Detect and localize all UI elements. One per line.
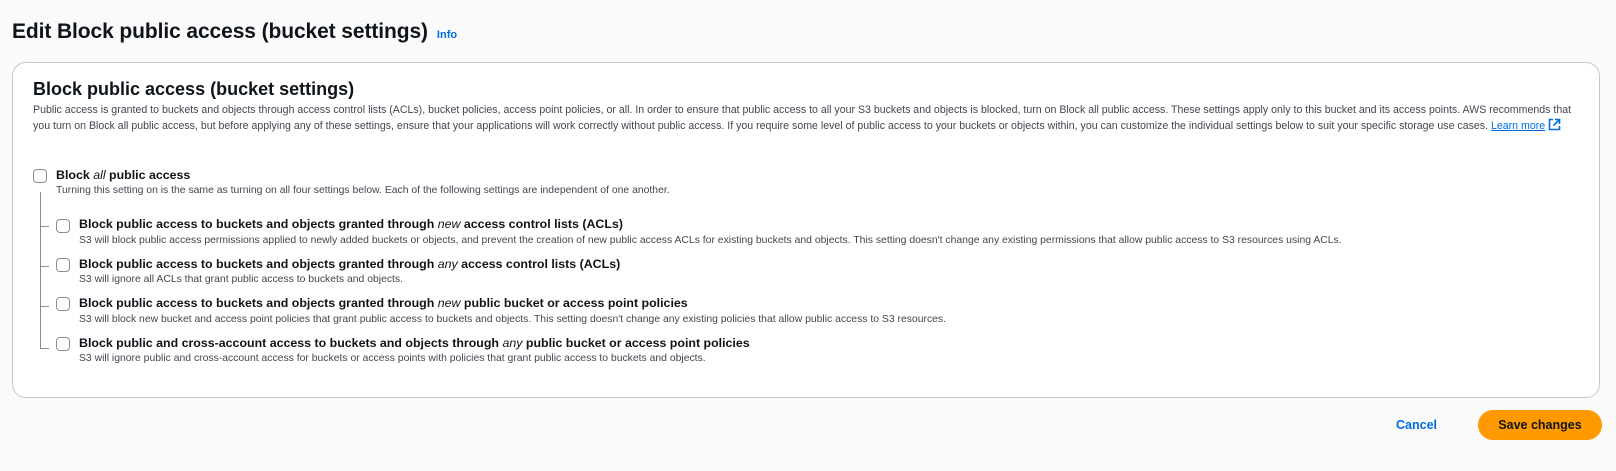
block-all-label-em: all (93, 168, 106, 182)
option-label-post: public bucket or access point policies (522, 336, 750, 350)
learn-more-label: Learn more (1490, 120, 1546, 132)
block-new-acls-checkbox[interactable] (56, 219, 70, 233)
block-any-policies-description: S3 will ignore public and cross-account … (79, 353, 706, 364)
cancel-button[interactable]: Cancel (1396, 418, 1437, 432)
panel-title: Block public access (bucket settings) (33, 79, 355, 99)
option-label-pre: Block public and cross-account access to… (79, 336, 503, 350)
option-label-em: new (437, 217, 461, 231)
block-any-acls-label: Block public access to buckets and objec… (79, 257, 620, 271)
learn-more-link[interactable]: Learn more (1491, 120, 1545, 132)
block-any-policies-label: Block public and cross-account access to… (79, 336, 750, 350)
block-new-acls-label: Block public access to buckets and objec… (79, 217, 623, 231)
tree-connector-tick (40, 266, 49, 267)
tree-connector-tick (40, 306, 49, 307)
tree-connector-tick (40, 226, 49, 227)
block-any-acls-checkbox[interactable] (56, 258, 70, 272)
block-all-description: Turning this setting on is the same as t… (56, 185, 670, 196)
option-label-em: new (437, 296, 461, 310)
panel-description-text: Public access is granted to buckets and … (33, 104, 1572, 132)
option-label-post: public bucket or access point policies (460, 296, 688, 310)
tree-connector-tick (40, 348, 49, 349)
option-label-pre: Block public access to buckets and objec… (79, 296, 438, 310)
option-label-em: any (502, 336, 523, 350)
option-label-post: access control lists (ACLs) (460, 217, 623, 231)
block-new-policies-description: S3 will block new bucket and access poin… (79, 314, 946, 325)
block-new-policies-label: Block public access to buckets and objec… (79, 296, 688, 310)
block-all-label: Block all public access (56, 168, 190, 182)
block-public-access-panel: Block public access (bucket settings) Pu… (12, 62, 1600, 398)
block-any-acls-description: S3 will ignore all ACLs that grant publi… (79, 274, 404, 285)
save-changes-button[interactable]: Save changes (1478, 410, 1602, 440)
block-all-label-post: public access (105, 168, 191, 182)
info-link[interactable]: Info (437, 29, 457, 41)
option-label-post: access control lists (ACLs) (457, 257, 621, 271)
block-new-acls-description: S3 will block public access permissions … (79, 235, 1342, 246)
page-header: Edit Block public access (bucket setting… (12, 20, 457, 44)
block-any-policies-checkbox[interactable] (56, 337, 70, 351)
external-link-icon (1548, 118, 1561, 136)
block-all-checkbox[interactable] (33, 169, 47, 183)
tree-connector (40, 192, 41, 349)
page-title: Edit Block public access (bucket setting… (12, 20, 428, 43)
option-label-pre: Block public access to buckets and objec… (79, 257, 438, 271)
panel-description: Public access is granted to buckets and … (33, 103, 1583, 136)
block-new-policies-checkbox[interactable] (56, 297, 70, 311)
block-all-label-pre: Block (56, 168, 94, 182)
option-label-pre: Block public access to buckets and objec… (79, 217, 438, 231)
option-label-em: any (437, 257, 458, 271)
